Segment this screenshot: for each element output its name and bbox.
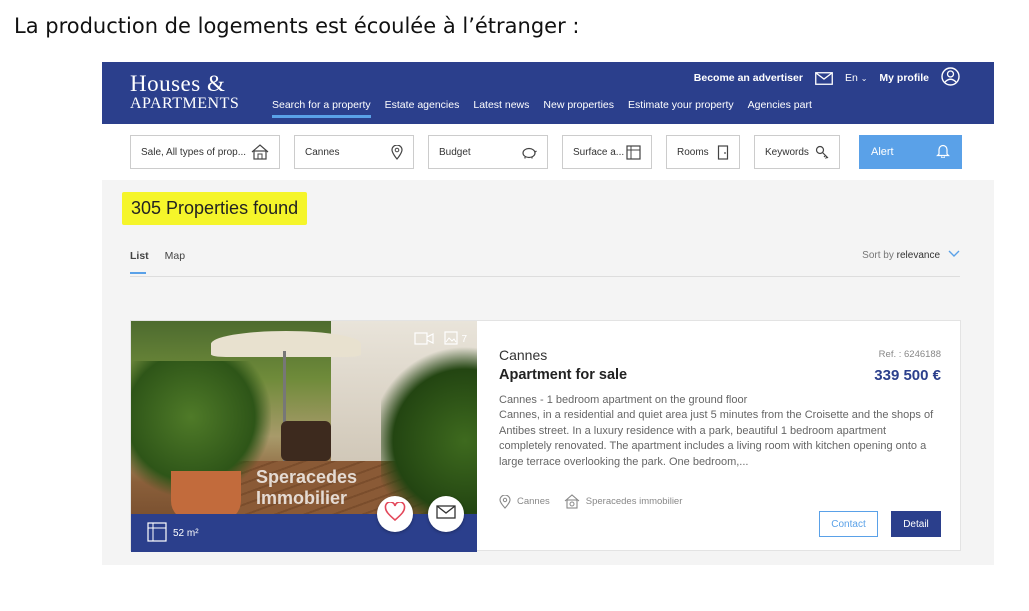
listing-price: 339 500 €: [874, 367, 941, 384]
keywords-filter[interactable]: Keywords: [754, 135, 840, 169]
alert-label: Alert: [871, 146, 894, 158]
photo-umbrella: [211, 331, 361, 357]
chevron-down-icon: ⌄: [860, 74, 868, 83]
key-icon: [815, 145, 829, 160]
contact-button[interactable]: Contact: [819, 511, 878, 537]
site-logo[interactable]: Houses & APARTMENTS: [130, 72, 239, 112]
location-filter[interactable]: Cannes: [294, 135, 414, 169]
chevron-down-icon: [948, 250, 960, 261]
sort-value: relevance: [896, 250, 940, 261]
language-label: En: [844, 72, 858, 84]
listing-city: Cannes: [499, 347, 548, 363]
logo-line-2: APARTMENTS: [130, 95, 240, 112]
location-pin-icon: [391, 144, 403, 160]
description-text: Cannes, in a residential and quiet area …: [499, 409, 934, 468]
description-title: Cannes - 1 bedroom apartment on the grou…: [499, 394, 748, 406]
meta-location: Cannes: [499, 494, 550, 509]
surface-bar: 52 m²: [131, 514, 477, 552]
meta-agency-text: Speracedes immobilier: [585, 496, 683, 507]
surface-filter[interactable]: Surface a...: [562, 135, 652, 169]
tab-map[interactable]: Map: [165, 250, 185, 262]
property-type-filter[interactable]: Sale, All types of prop...: [130, 135, 280, 169]
view-tabs: List Map: [130, 250, 185, 274]
agency-house-icon: [564, 494, 580, 509]
favorite-button[interactable]: [377, 496, 413, 532]
surface-label: Surface a...: [573, 146, 625, 158]
nav-latest-news[interactable]: Latest news: [473, 99, 529, 117]
photo-gallery-icon: [444, 331, 459, 348]
location-value: Cannes: [305, 146, 340, 158]
meta-agency[interactable]: Speracedes immobilier: [564, 494, 683, 509]
envelope-icon: [436, 504, 456, 524]
photo-chair: [281, 421, 331, 461]
become-advertiser-link[interactable]: Become an advertiser: [694, 72, 803, 84]
watermark-line-1: Speracedes: [256, 467, 358, 487]
listing-info: Cannes Apartment for sale Ref. : 6246188…: [499, 321, 941, 552]
listing-type[interactable]: Apartment for sale: [499, 367, 627, 383]
keywords-label: Keywords: [765, 146, 809, 158]
mail-icon[interactable]: [815, 71, 833, 85]
header-top-links: Become an advertiser En ⌄ My profile: [694, 67, 960, 89]
nav-search-property[interactable]: Search for a property: [272, 99, 371, 118]
surface-value: 52 m²: [173, 527, 199, 539]
listing-card[interactable]: Speracedes Immobilier 7 52 m² Cannes Apa…: [130, 320, 961, 552]
budget-filter[interactable]: Budget: [428, 135, 548, 169]
bell-icon: [936, 143, 950, 161]
door-icon: [717, 144, 729, 160]
heart-icon: [384, 500, 406, 527]
my-profile-link[interactable]: My profile: [879, 72, 929, 84]
photo-watermark: Speracedes Immobilier: [256, 467, 357, 508]
location-pin-icon: [499, 494, 511, 509]
house-icon: [251, 144, 269, 160]
rooms-filter[interactable]: Rooms: [666, 135, 740, 169]
logo-line-1: Houses &: [130, 71, 226, 96]
nav-new-properties[interactable]: New properties: [543, 99, 614, 117]
sort-prefix: Sort by: [862, 250, 894, 261]
message-button[interactable]: [428, 496, 464, 532]
slide-caption: La production de logements est écoulée à…: [14, 14, 580, 38]
tab-list[interactable]: List: [130, 250, 149, 274]
listing-photo[interactable]: Speracedes Immobilier 7 52 m²: [131, 321, 477, 552]
main-nav: Search for a property Estate agencies La…: [272, 99, 812, 118]
results-divider: [130, 276, 960, 277]
media-indicators: 7: [414, 331, 467, 348]
site-header: Houses & APARTMENTS Become an advertiser…: [102, 62, 994, 124]
photo-count[interactable]: 7: [444, 331, 467, 348]
photo-count-value: 7: [461, 334, 467, 345]
piggy-bank-icon: [521, 146, 537, 159]
results-count-highlight: 305 Properties found: [122, 192, 308, 225]
nav-estimate-property[interactable]: Estimate your property: [628, 99, 734, 117]
listing-ref: Ref. : 6246188: [878, 349, 941, 360]
property-type-value: Sale, All types of prop...: [141, 146, 247, 158]
budget-label: Budget: [439, 146, 471, 158]
detail-button[interactable]: Detail: [891, 511, 941, 537]
nav-agencies-part[interactable]: Agencies part: [748, 99, 812, 117]
sort-selector[interactable]: Sort by relevance: [862, 250, 960, 261]
search-filters-bar: Sale, All types of prop... Cannes Budget…: [102, 124, 994, 180]
meta-location-text: Cannes: [517, 496, 550, 507]
nav-estate-agencies[interactable]: Estate agencies: [385, 99, 460, 117]
website-screenshot: Houses & APARTMENTS Become an advertiser…: [102, 62, 994, 565]
profile-icon[interactable]: [941, 67, 960, 89]
listing-meta: Cannes Speracedes immobilier: [499, 494, 682, 509]
alert-button[interactable]: Alert: [859, 135, 962, 169]
video-icon[interactable]: [414, 331, 435, 348]
surface-icon: [626, 144, 641, 160]
surface-icon: [147, 521, 167, 545]
rooms-label: Rooms: [677, 146, 709, 158]
watermark-line-2: Immobilier: [256, 487, 348, 508]
listing-description: Cannes - 1 bedroom apartment on the grou…: [499, 393, 939, 470]
language-selector[interactable]: En ⌄: [845, 72, 867, 84]
